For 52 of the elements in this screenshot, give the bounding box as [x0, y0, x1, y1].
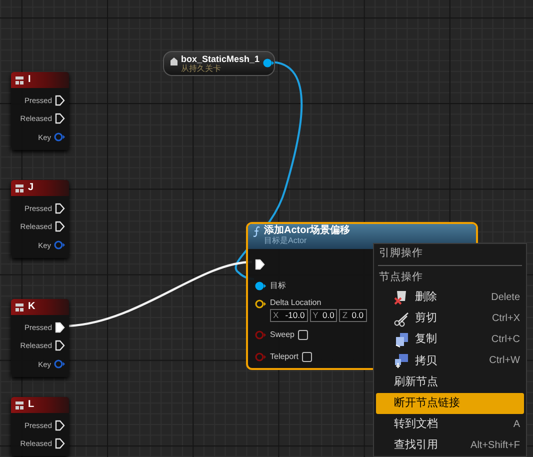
- variable-subtitle: 从持久关卡: [181, 64, 222, 72]
- pin-label: Teleport: [270, 353, 298, 361]
- exec-pin-icon[interactable]: [55, 438, 65, 450]
- exec-pin-icon[interactable]: [55, 322, 65, 333]
- menu-item[interactable]: 断开节点链接: [376, 392, 524, 414]
- menu-item[interactable]: 查找引用 Alt+Shift+F: [376, 434, 524, 456]
- menu-section-header: 节点操作: [378, 270, 424, 285]
- event-key-title: L: [28, 400, 34, 410]
- menu-section-header: 引脚操作: [378, 246, 424, 262]
- exec-pin-icon[interactable]: [55, 202, 65, 214]
- function-icon: [253, 226, 260, 237]
- keyboard-icon: [15, 400, 24, 410]
- exec-pin-icon[interactable]: [55, 94, 65, 106]
- event-key-title: I: [28, 75, 31, 85]
- data-pin-icon[interactable]: [255, 299, 266, 309]
- exec-pin-icon[interactable]: [55, 113, 65, 124]
- keyboard-icon: [15, 76, 24, 84]
- exec-pin-icon[interactable]: [255, 258, 265, 270]
- data-pin-icon[interactable]: [255, 281, 266, 291]
- checkbox[interactable]: [298, 330, 308, 340]
- vector-field[interactable]: Y 0.0: [310, 309, 338, 322]
- trash-icon: [394, 289, 409, 306]
- event-key-title: K: [28, 302, 36, 312]
- exec-pin-icon[interactable]: [55, 221, 65, 232]
- function-subtitle: 目标是Actor: [264, 237, 308, 245]
- checkbox[interactable]: [302, 352, 312, 362]
- pin-label: Sweep: [270, 331, 294, 339]
- keyboard-icon: [15, 302, 24, 312]
- pin-label: Delta Location: [270, 299, 322, 307]
- keyboard-icon: [15, 184, 24, 192]
- paste-icon: [394, 352, 409, 369]
- menu-item[interactable]: 转到文档 A: [376, 414, 524, 435]
- data-pin-icon[interactable]: [262, 58, 274, 68]
- function-title: 添加Actor场景偏移: [264, 226, 350, 236]
- shortcut-label: Ctrl+W: [489, 354, 520, 368]
- variable-node[interactable]: box_StaticMesh_1 从持久关卡: [163, 51, 275, 76]
- copy-icon: [394, 332, 409, 348]
- shortcut-label: Ctrl+C: [491, 333, 520, 348]
- vector-field[interactable]: Z 0.0: [339, 309, 367, 322]
- shortcut-label: A: [513, 418, 520, 432]
- exec-pin-icon[interactable]: [55, 340, 65, 352]
- shortcut-label: Ctrl+X: [492, 312, 520, 326]
- vector-field[interactable]: X -10.0: [270, 309, 308, 322]
- variable-name: box_StaticMesh_1: [181, 54, 260, 64]
- house-icon: [170, 57, 178, 66]
- pin-label: 目标: [270, 282, 286, 290]
- menu-item[interactable]: 刷新节点: [376, 371, 524, 393]
- shortcut-label: Delete: [491, 290, 520, 305]
- event-key-title: J: [28, 183, 34, 193]
- shortcut-label: Alt+Shift+F: [470, 438, 520, 453]
- exec-pin-icon[interactable]: [55, 420, 65, 431]
- scissors-icon: [394, 310, 409, 327]
